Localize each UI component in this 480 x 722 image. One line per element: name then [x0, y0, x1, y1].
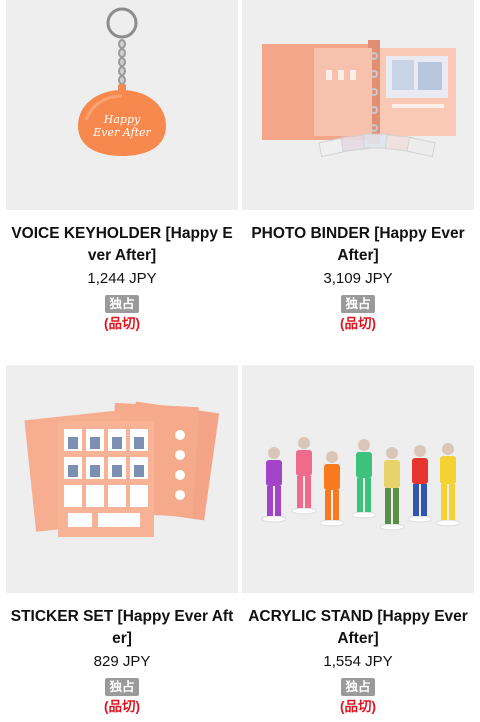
product-title[interactable]: STICKER SET [Happy Ever After] — [6, 606, 238, 650]
product-card-acrylic-stand[interactable]: ACRYLIC STAND [Happy Ever After] 1,554 J… — [242, 365, 474, 716]
product-title[interactable]: VOICE KEYHOLDER [Happy Ever After] — [6, 223, 238, 267]
product-image-photo-binder[interactable] — [242, 0, 474, 210]
product-card-voice-keyholder[interactable]: Happy Ever After VOICE KEYHOLDER [Happy … — [6, 0, 238, 333]
exclusive-badge: 独占 — [105, 678, 139, 696]
exclusive-badge: 独占 — [341, 678, 375, 696]
sold-out-label: (品切) — [340, 316, 376, 331]
product-image-voice-keyholder[interactable]: Happy Ever After — [6, 0, 238, 210]
product-image-acrylic-stand[interactable] — [242, 365, 474, 593]
sold-out-label: (品切) — [340, 699, 376, 714]
product-price: 1,244 JPY — [87, 270, 157, 287]
product-image-sticker-set[interactable] — [6, 365, 238, 593]
product-price: 3,109 JPY — [323, 270, 393, 287]
product-card-sticker-set[interactable]: STICKER SET [Happy Ever After] 829 JPY 独… — [6, 365, 238, 716]
product-grid: Happy Ever After VOICE KEYHOLDER [Happy … — [0, 0, 480, 722]
keyholder-logo-text-2: Ever After — [92, 126, 151, 139]
exclusive-badge: 独占 — [105, 295, 139, 313]
product-title[interactable]: PHOTO BINDER [Happy Ever After] — [242, 223, 474, 267]
product-title[interactable]: ACRYLIC STAND [Happy Ever After] — [242, 606, 474, 650]
sold-out-label: (品切) — [104, 699, 140, 714]
keyholder-logo-text: Happy — [103, 113, 141, 126]
product-price: 1,554 JPY — [323, 653, 393, 670]
sold-out-label: (品切) — [104, 316, 140, 331]
product-price: 829 JPY — [93, 653, 151, 670]
exclusive-badge: 独占 — [341, 295, 375, 313]
product-card-photo-binder[interactable]: PHOTO BINDER [Happy Ever After] 3,109 JP… — [242, 0, 474, 333]
